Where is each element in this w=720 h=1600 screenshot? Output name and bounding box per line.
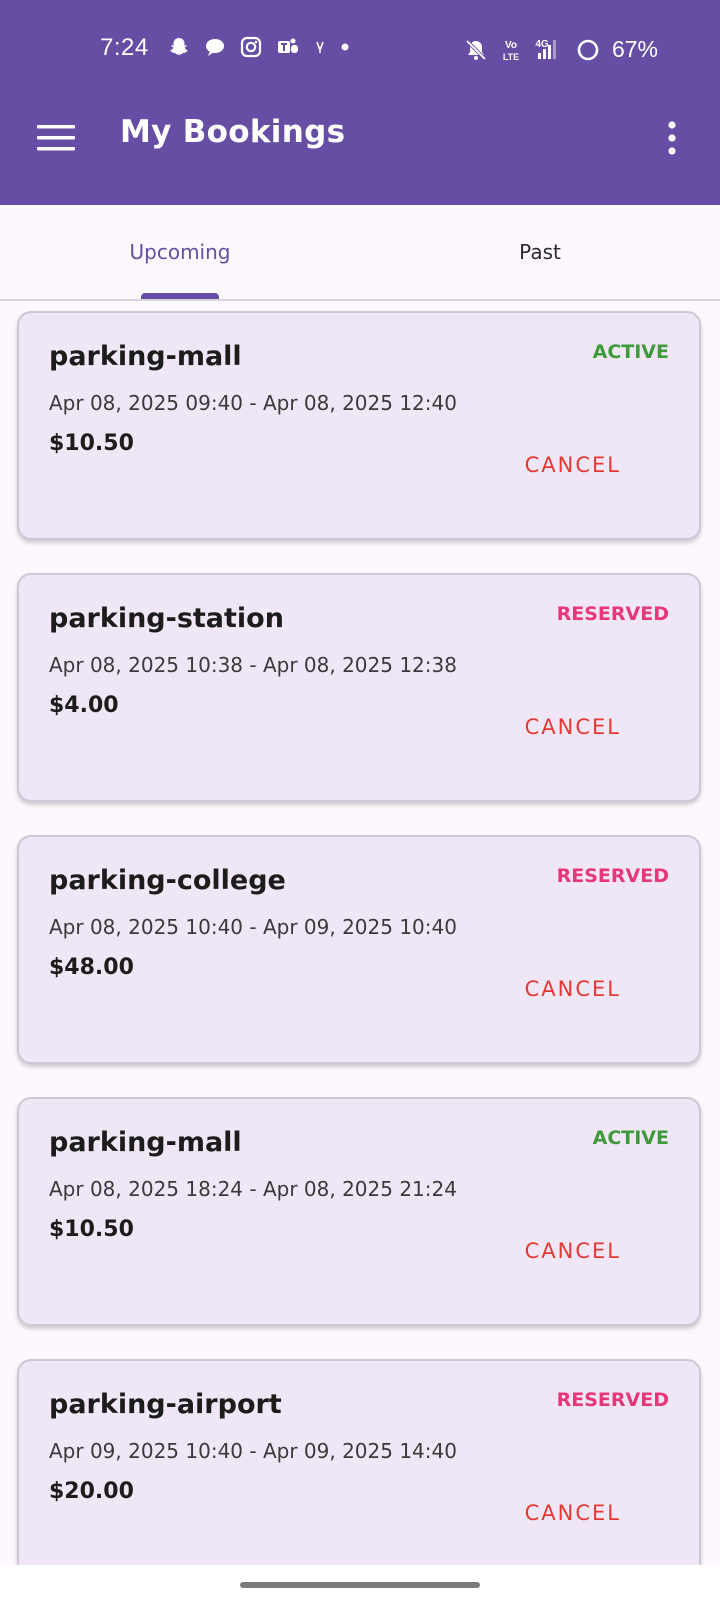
- hamburger-menu-icon: [37, 125, 75, 151]
- status-badge: ACTIVE: [592, 1127, 669, 1149]
- booking-name: parking-airport: [49, 1389, 282, 1420]
- tab-bar: Upcoming Past: [0, 205, 720, 301]
- status-icons-right: Vo LTE 4G 67%: [464, 36, 658, 63]
- app-screen: 7:24 Vo LTE 4G 67% My Bookings Upcoming …: [0, 0, 720, 1600]
- booking-card[interactable]: parking-station RESERVED Apr 08, 2025 10…: [17, 573, 701, 802]
- booking-name: parking-mall: [49, 1127, 242, 1158]
- status-bar: 7:24 Vo LTE 4G 67%: [0, 28, 720, 68]
- booking-price: $10.50: [49, 1217, 134, 1242]
- status-badge: ACTIVE: [592, 341, 669, 363]
- booking-dates: Apr 09, 2025 10:40 - Apr 09, 2025 14:40: [49, 1439, 457, 1463]
- navigation-area: [0, 1565, 720, 1600]
- booking-name: parking-mall: [49, 341, 242, 372]
- network-text: 4G: [535, 39, 549, 50]
- booking-card[interactable]: parking-mall ACTIVE Apr 08, 2025 18:24 -…: [17, 1097, 701, 1326]
- status-icons-left: [168, 36, 350, 58]
- chat-bubble-icon: [204, 36, 226, 58]
- dot-icon: [340, 42, 350, 52]
- booking-dates: Apr 08, 2025 18:24 - Apr 08, 2025 21:24: [49, 1177, 457, 1201]
- booking-price: $48.00: [49, 955, 134, 980]
- booking-dates: Apr 08, 2025 10:38 - Apr 08, 2025 12:38: [49, 653, 457, 677]
- menu-button[interactable]: [28, 116, 84, 160]
- booking-name: parking-college: [49, 865, 286, 896]
- app-bar: My Bookings: [0, 100, 720, 180]
- tab-indicator: [141, 293, 219, 299]
- more-vert-icon: [668, 121, 676, 155]
- bookings-list[interactable]: parking-mall ACTIVE Apr 08, 2025 09:40 -…: [0, 301, 720, 1565]
- booking-dates: Apr 08, 2025 09:40 - Apr 08, 2025 12:40: [49, 391, 457, 415]
- tab-upcoming[interactable]: Upcoming: [0, 205, 360, 299]
- cancel-button[interactable]: CANCEL: [519, 449, 627, 481]
- volte-text-bottom: LTE: [503, 52, 519, 62]
- teams-icon: [276, 36, 300, 58]
- page-title: My Bookings: [120, 114, 346, 150]
- status-time: 7:24: [100, 34, 149, 61]
- cancel-button[interactable]: CANCEL: [519, 1497, 627, 1529]
- cancel-button[interactable]: CANCEL: [519, 711, 627, 743]
- booking-price: $4.00: [49, 693, 119, 718]
- booking-card[interactable]: parking-airport RESERVED Apr 09, 2025 10…: [17, 1359, 701, 1565]
- booking-name: parking-station: [49, 603, 284, 634]
- instagram-icon: [240, 36, 262, 58]
- notification-icon: [314, 38, 326, 56]
- bell-off-icon: [464, 38, 488, 62]
- gesture-handle[interactable]: [240, 1582, 480, 1588]
- booking-price: $20.00: [49, 1479, 134, 1504]
- cancel-button[interactable]: CANCEL: [519, 973, 627, 1005]
- status-badge: RESERVED: [556, 603, 669, 625]
- more-options-button[interactable]: [660, 114, 684, 162]
- signal-4g-icon: 4G: [534, 37, 564, 63]
- status-badge: RESERVED: [556, 865, 669, 887]
- booking-dates: Apr 08, 2025 10:40 - Apr 09, 2025 10:40: [49, 915, 457, 939]
- battery-ring-icon: [576, 38, 600, 62]
- volte-icon: Vo LTE: [500, 37, 522, 63]
- tab-past[interactable]: Past: [360, 205, 720, 299]
- booking-card[interactable]: parking-mall ACTIVE Apr 08, 2025 09:40 -…: [17, 311, 701, 540]
- snapchat-icon: [168, 36, 190, 58]
- cancel-button[interactable]: CANCEL: [519, 1235, 627, 1267]
- volte-text-top: Vo: [505, 40, 517, 51]
- battery-percentage: 67%: [611, 36, 658, 62]
- status-badge: RESERVED: [556, 1389, 669, 1411]
- top-bar: 7:24 Vo LTE 4G 67% My Bookings: [0, 0, 720, 205]
- booking-price: $10.50: [49, 431, 134, 456]
- booking-card[interactable]: parking-college RESERVED Apr 08, 2025 10…: [17, 835, 701, 1064]
